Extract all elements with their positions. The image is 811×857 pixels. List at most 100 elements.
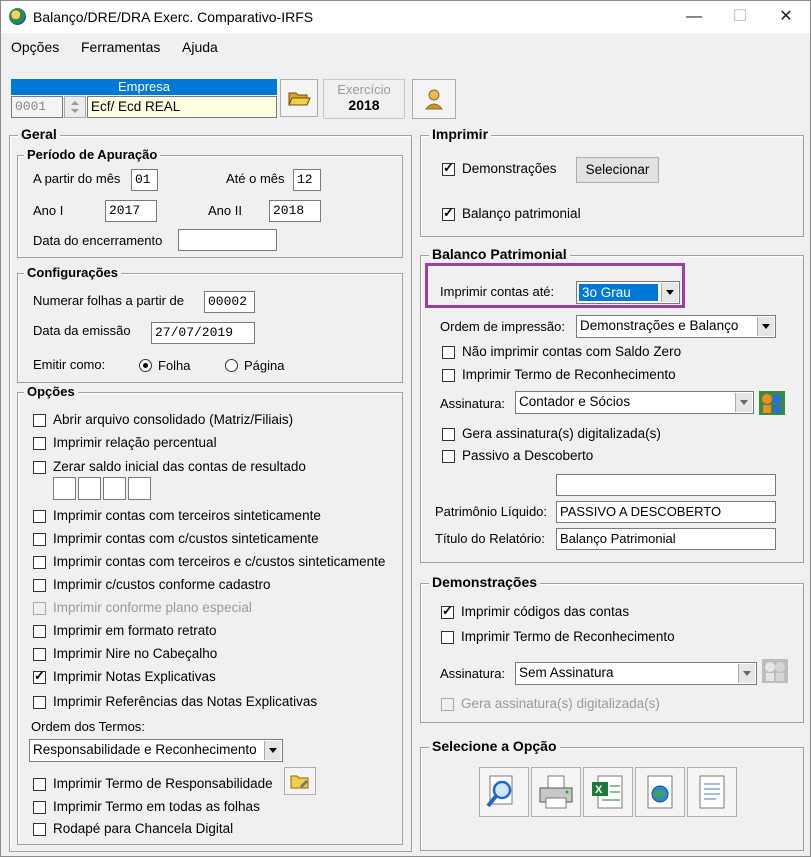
selecionar-button[interactable]: Selecionar [576, 157, 659, 183]
termo-todas-checkbox[interactable] [33, 801, 46, 814]
dem-signers-button [761, 658, 789, 684]
balanco-checkbox[interactable] [442, 205, 455, 221]
imprimir-ate-label: Imprimir contas até: [440, 284, 555, 299]
ano2-field[interactable]: 2018 [269, 200, 321, 222]
close-button[interactable]: ✕ [763, 1, 809, 33]
empresa-code-field[interactable]: 0001 [11, 96, 63, 118]
chevron-down-icon[interactable] [661, 283, 678, 302]
opcao-checkbox-6[interactable] [33, 579, 46, 592]
web-export-button[interactable] [635, 767, 685, 817]
opcao-checkbox-2[interactable] [33, 461, 46, 474]
menu-opcoes[interactable]: Opções [11, 39, 59, 55]
ordem-termos-label: Ordem dos Termos: [31, 719, 145, 734]
a-partir-field[interactable]: 01 [131, 169, 158, 191]
opcao-checkbox-4[interactable] [33, 533, 46, 546]
opcao-checkbox-1[interactable] [33, 437, 46, 450]
empresa-name-field[interactable]: Ecf/ Ecd REAL [87, 96, 277, 118]
text-export-button[interactable] [687, 767, 737, 817]
nao-imprimir-zero-checkbox[interactable] [442, 346, 455, 359]
magnifier-icon [486, 775, 513, 808]
dem-assinatura-select[interactable]: Sem Assinatura [515, 662, 757, 685]
imprimir-ate-select[interactable]: 3o Grau [576, 281, 680, 304]
exercicio-label: Exercício [337, 82, 391, 97]
opcao-label-0: Abrir arquivo consolidado (Matriz/Filiai… [53, 412, 294, 427]
termo-resp-checkbox[interactable] [33, 778, 46, 791]
signers-icon [762, 659, 788, 683]
pl-field[interactable]: PASSIVO A DESCOBERTO [556, 501, 776, 523]
passivo-extra-field[interactable] [556, 474, 776, 496]
folha-radio[interactable] [139, 359, 152, 372]
ordem-impressao-select[interactable]: Demonstrações e Balanço [576, 315, 776, 338]
assinatura-value: Contador e Sócios [519, 394, 631, 409]
opcao-checkbox-11[interactable] [33, 696, 46, 709]
opcao-checkbox-9[interactable] [33, 648, 46, 661]
termo-reconhecimento-checkbox[interactable] [442, 369, 455, 382]
excel-export-button[interactable]: X [583, 767, 633, 817]
imprimir-frame: Imprimir [420, 126, 804, 237]
preview-button[interactable] [479, 767, 529, 817]
user-button[interactable] [412, 79, 456, 119]
zerar-box-4[interactable] [128, 477, 151, 500]
menu-bar: Opções Ferramentas Ajuda [1, 34, 810, 60]
encerramento-field[interactable] [178, 229, 277, 251]
codigos-checkbox[interactable] [441, 603, 454, 619]
empresa-spin-button[interactable] [64, 96, 86, 118]
minimize-button[interactable]: — [671, 1, 717, 33]
passivo-label: Passivo a Descoberto [462, 448, 594, 463]
ordem-termos-select[interactable]: Responsabilidade e Reconhecimento [29, 739, 283, 762]
dem-termo-checkbox[interactable] [441, 631, 454, 644]
emissao-field[interactable]: 27/07/2019 [151, 322, 255, 344]
titulo-field[interactable]: Balanço Patrimonial [556, 528, 776, 550]
opcao-label-6: Imprimir c/custos conforme cadastro [53, 577, 271, 592]
nao-imprimir-zero-label: Não imprimir contas com Saldo Zero [462, 344, 682, 359]
dem-gera-label: Gera assinatura(s) digitalizada(s) [461, 696, 660, 711]
opcoes-title: Opções [24, 384, 78, 399]
chevron-down-icon[interactable] [738, 664, 755, 683]
open-folder-button[interactable] [280, 79, 318, 117]
folder-open-icon [288, 92, 311, 106]
zerar-box-1[interactable] [53, 477, 76, 500]
numerar-field[interactable]: 00002 [204, 291, 255, 313]
ordem-termos-value: Responsabilidade e Reconhecimento [33, 742, 257, 757]
assinatura-select[interactable]: Contador e Sócios [515, 391, 754, 414]
pagina-radio[interactable] [225, 359, 238, 372]
dem-termo-label: Imprimir Termo de Reconhecimento [461, 629, 675, 644]
a-partir-label: A partir do mês [33, 171, 121, 186]
maximize-button[interactable]: ☐ [717, 1, 763, 33]
demonstracoes-label: Demonstrações [462, 161, 557, 176]
opcao-checkbox-0[interactable] [33, 414, 46, 427]
assinatura-signers-button[interactable] [758, 390, 786, 416]
zerar-box-3[interactable] [103, 477, 126, 500]
person-icon [424, 89, 444, 110]
chevron-down-icon[interactable] [264, 741, 281, 760]
imprimir-title: Imprimir [429, 126, 492, 142]
chevron-down-icon[interactable] [757, 317, 774, 336]
opcao-checkbox-7 [33, 602, 46, 615]
gera-assinatura-checkbox[interactable] [442, 428, 455, 441]
svg-text:X: X [595, 784, 603, 796]
document-icon [699, 775, 725, 809]
chevron-down-icon[interactable] [735, 393, 752, 412]
main-window: Balanço/DRE/DRA Exerc. Comparativo-IRFS … [0, 0, 811, 857]
ano1-label: Ano I [33, 203, 64, 218]
spin-arrows-icon [71, 101, 79, 113]
passivo-checkbox[interactable] [442, 450, 455, 463]
exercicio-value: 2018 [348, 97, 380, 113]
opcao-checkbox-10[interactable] [33, 668, 46, 684]
demonstracoes-checkbox[interactable] [442, 160, 455, 176]
termo-resp-edit-button[interactable] [284, 767, 316, 795]
opcao-checkbox-5[interactable] [33, 556, 46, 569]
emissao-label: Data da emissão [33, 323, 131, 338]
ate-field[interactable]: 12 [293, 169, 321, 191]
print-button[interactable] [531, 767, 581, 817]
menu-ajuda[interactable]: Ajuda [182, 39, 218, 55]
opcao-checkbox-8[interactable] [33, 625, 46, 638]
periodo-title: Período de Apuração [24, 147, 161, 162]
ano1-field[interactable]: 2017 [105, 200, 157, 222]
zerar-box-2[interactable] [78, 477, 101, 500]
rodape-checkbox[interactable] [33, 823, 46, 836]
empresa-header: Empresa [11, 79, 277, 95]
menu-ferramentas[interactable]: Ferramentas [81, 39, 160, 55]
opcao-checkbox-3[interactable] [33, 510, 46, 523]
opcao-label-1: Imprimir relação percentual [53, 435, 217, 450]
